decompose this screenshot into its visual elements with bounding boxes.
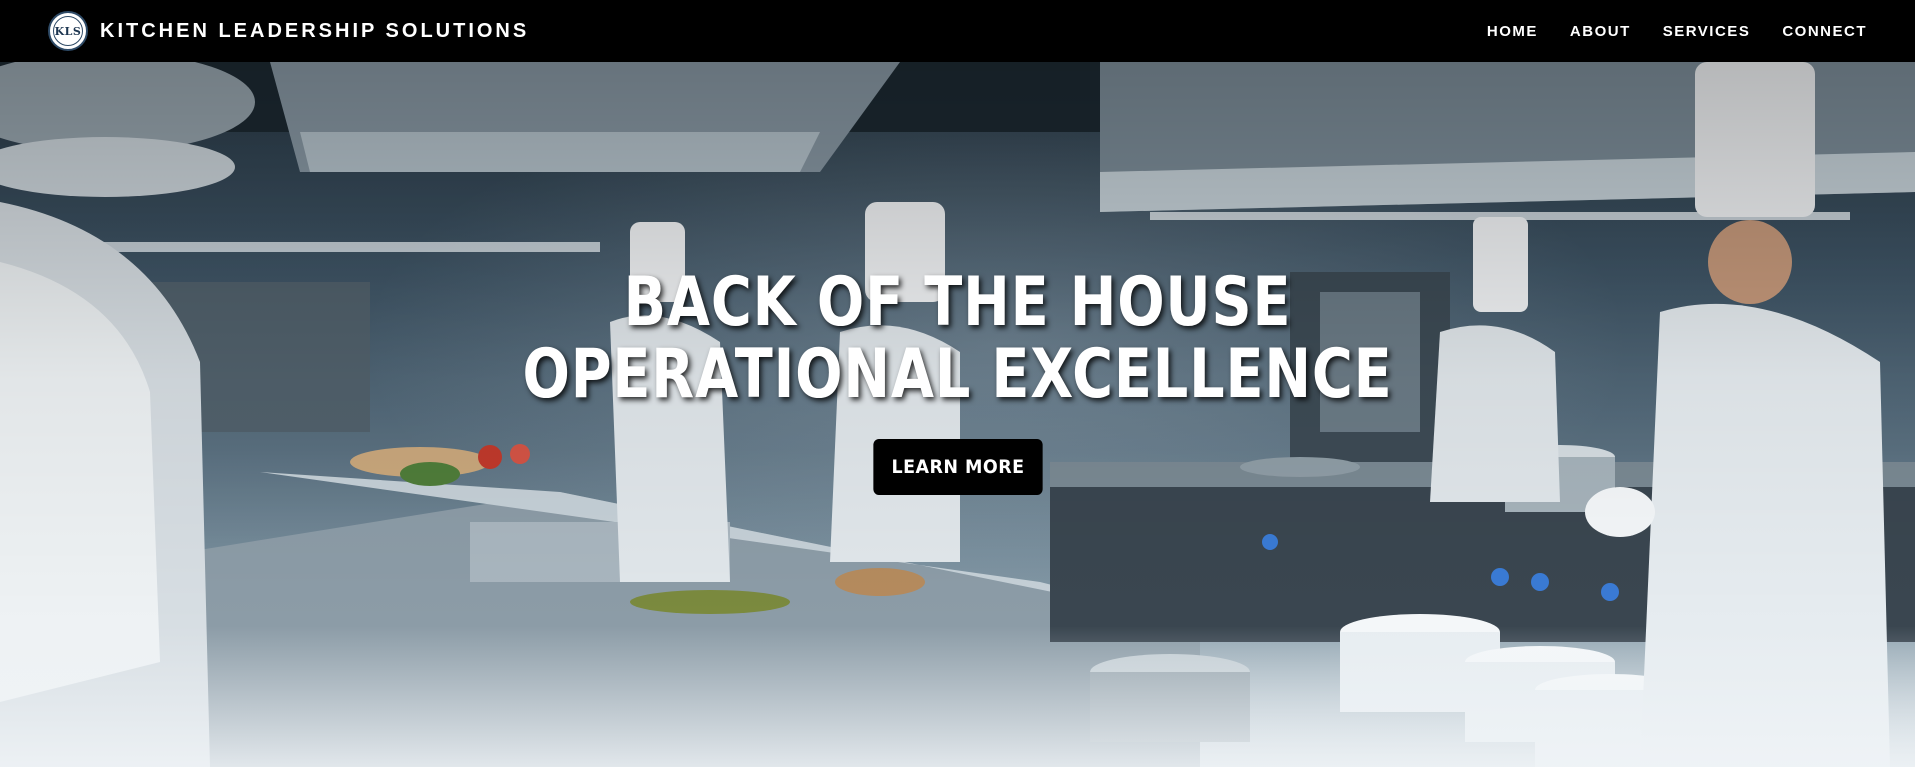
nav-services[interactable]: SERVICES (1663, 23, 1751, 40)
nav-connect[interactable]: CONNECT (1782, 23, 1867, 40)
hero-section: BACK OF THE HOUSE OPERATIONAL EXCELLENCE… (0, 62, 1915, 767)
hero-title-line-2: OPERATIONAL EXCELLENCE (522, 335, 1393, 414)
brand[interactable]: KLS KITCHEN LEADERSHIP SOLUTIONS (48, 11, 529, 51)
site-header: KLS KITCHEN LEADERSHIP SOLUTIONS HOME AB… (0, 0, 1915, 62)
hero-title-line-1: BACK OF THE HOUSE (623, 263, 1292, 342)
main-nav: HOME ABOUT SERVICES CONNECT (1487, 23, 1867, 40)
kls-logo-icon[interactable]: KLS (48, 11, 88, 51)
logo-text: KLS (54, 24, 82, 38)
nav-about[interactable]: ABOUT (1570, 23, 1631, 40)
hero-content: BACK OF THE HOUSE OPERATIONAL EXCELLENCE… (0, 267, 1915, 495)
learn-more-button[interactable]: LEARN MORE (872, 439, 1043, 495)
nav-home[interactable]: HOME (1487, 23, 1538, 40)
hero-title: BACK OF THE HOUSE OPERATIONAL EXCELLENCE (522, 267, 1392, 411)
brand-name[interactable]: KITCHEN LEADERSHIP SOLUTIONS (100, 20, 529, 43)
